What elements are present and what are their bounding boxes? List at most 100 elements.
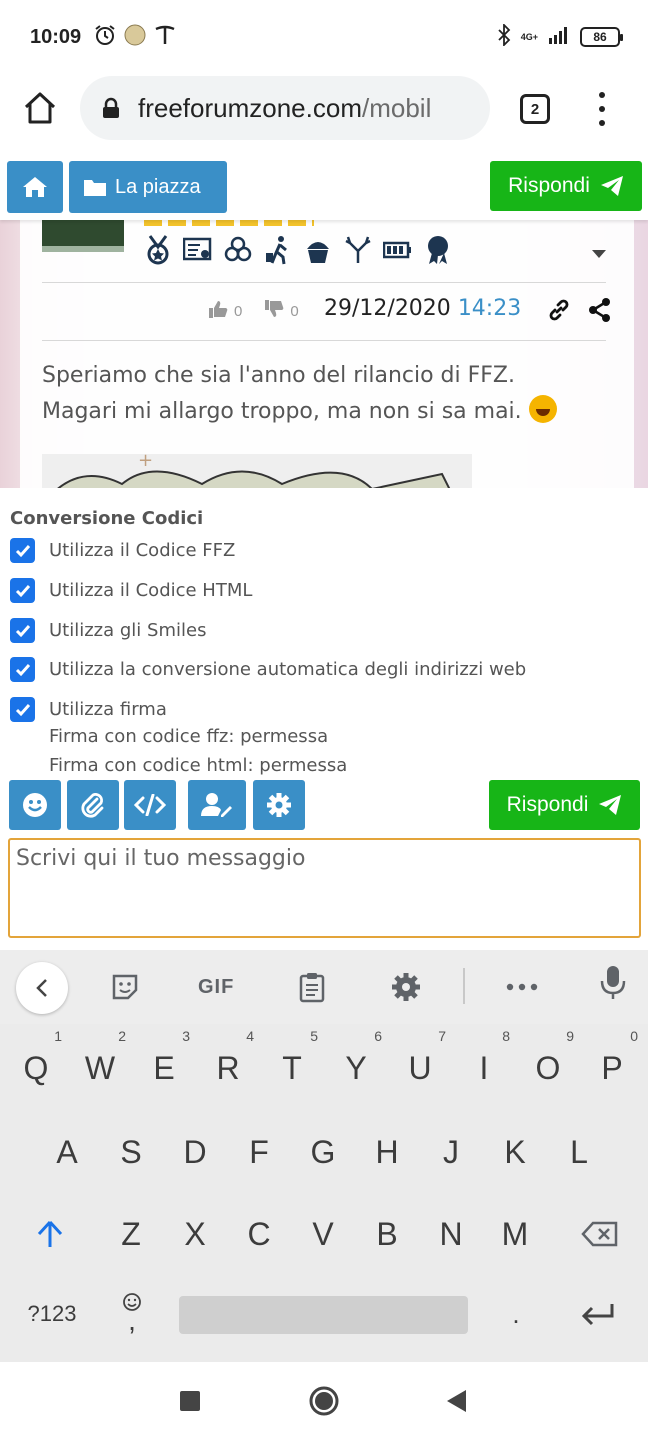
back-nav-button[interactable] [446,1389,468,1417]
option-autolink[interactable]: Utilizza la conversione automatica degli… [10,657,526,682]
key-q[interactable]: Q1 [8,1028,64,1102]
post-datetime: 29/12/2020 14:23 [324,296,521,321]
checkbox-autolink[interactable] [10,657,35,682]
key-u[interactable]: U7 [392,1028,448,1102]
home-nav-button[interactable] [308,1385,340,1421]
keyboard-collapse-button[interactable] [16,962,68,1014]
key-i[interactable]: I8 [456,1028,512,1102]
key-g[interactable]: G [295,1118,351,1186]
code-button[interactable] [124,780,176,830]
space-bar[interactable] [179,1296,468,1334]
key-z[interactable]: Z [103,1200,159,1268]
forum-page: La piazza Rispondi 0 0 29/12/2020 14:23 … [0,154,648,488]
key-hint: 6 [374,1028,382,1044]
browser-home-button[interactable] [22,90,58,126]
key-s[interactable]: S [103,1118,159,1186]
option-html-code[interactable]: Utilizza il Codice HTML [10,578,252,603]
cupcake-badge-icon[interactable] [302,234,334,266]
key-m[interactable]: M [487,1200,543,1268]
key-j[interactable]: J [423,1118,479,1186]
key-f[interactable]: F [231,1118,287,1186]
option-ffz-code[interactable]: Utilizza il Codice FFZ [10,538,235,563]
keyboard-toolbar: GIF [0,950,648,1024]
checkbox-signature[interactable] [10,697,35,722]
forum-topnav: La piazza Rispondi [0,154,648,220]
attach-button[interactable] [67,780,119,830]
option-signature[interactable]: Utilizza firma [10,697,167,722]
tab-switcher-button[interactable]: 2 [520,94,550,124]
key-a[interactable]: A [39,1118,95,1186]
share-icon[interactable] [589,298,611,326]
key-hint: 8 [502,1028,510,1044]
post-votes: 0 0 [208,300,299,322]
badges-expand-caret[interactable] [592,250,606,258]
key-hint: 2 [118,1028,126,1044]
key-d[interactable]: D [167,1118,223,1186]
traveler-badge-icon[interactable] [262,234,294,266]
key-k[interactable]: K [487,1118,543,1186]
smiley-button[interactable] [9,780,61,830]
battery-badge-icon[interactable] [382,234,414,266]
check-icon [15,584,30,597]
checkbox-html-code[interactable] [10,578,35,603]
sticker-button[interactable] [110,970,140,1004]
key-e[interactable]: E3 [136,1028,192,1102]
keyboard-settings-button[interactable] [390,970,422,1004]
bottom-reply-label: Rispondi [506,793,589,816]
symbols-key[interactable]: ?123 [18,1280,86,1348]
key-r[interactable]: R4 [200,1028,256,1102]
key-c[interactable]: C [231,1200,287,1268]
clipboard-button[interactable] [298,970,326,1004]
key-v[interactable]: V [295,1200,351,1268]
voice-input-button[interactable] [600,966,626,1000]
top-reply-button[interactable]: Rispondi [490,161,642,211]
post-time[interactable]: 14:23 [458,296,521,321]
checkbox-ffz-code[interactable] [10,538,35,563]
triskelion-badge-icon[interactable] [222,234,254,266]
lock-icon [103,97,119,118]
antlers-badge-icon[interactable] [342,234,374,266]
key-b[interactable]: B [359,1200,415,1268]
period-key[interactable]: . [488,1280,544,1348]
thumbs-up-icon[interactable] [208,300,228,322]
settings-button[interactable] [253,780,305,830]
forum-section-label: La piazza [115,175,201,198]
medal-badge-icon[interactable] [142,234,174,266]
emoji-icon [123,1293,141,1311]
key-o[interactable]: O9 [520,1028,576,1102]
browser-toolbar: freeforumzone.com/mobil 2 [0,76,648,154]
user-tag-button[interactable] [188,780,246,830]
gif-button[interactable]: GIF [198,970,234,1004]
key-l[interactable]: L [551,1118,607,1186]
rosette-badge-icon[interactable] [422,234,454,266]
shift-key[interactable] [22,1200,78,1268]
option-smiles[interactable]: Utilizza gli Smiles [10,618,206,643]
enter-key[interactable] [568,1280,628,1348]
recents-button[interactable] [179,1390,201,1416]
forum-section-button[interactable]: La piazza [69,161,227,213]
more-button[interactable] [506,970,538,1004]
chevron-left-icon [36,979,47,997]
message-input[interactable]: Scrivi qui il tuo messaggio [8,838,641,938]
address-bar[interactable]: freeforumzone.com/mobil [80,76,490,140]
key-t[interactable]: T5 [264,1028,320,1102]
certificate-badge-icon[interactable] [182,234,214,266]
forum-home-button[interactable] [7,161,63,213]
alarm-icon [94,24,116,50]
comma-key[interactable]: , [104,1280,160,1348]
key-p[interactable]: P0 [584,1028,640,1102]
key-hint: 0 [630,1028,638,1044]
options-title: Conversione Codici [10,508,204,529]
key-w[interactable]: W2 [72,1028,128,1102]
key-x[interactable]: X [167,1200,223,1268]
thumbs-down-icon[interactable] [264,300,284,322]
key-h[interactable]: H [359,1118,415,1186]
browser-menu-button[interactable] [590,92,614,126]
key-n[interactable]: N [423,1200,479,1268]
bottom-reply-button[interactable]: Rispondi [489,780,640,830]
link-icon[interactable] [547,298,571,326]
checkbox-smiles[interactable] [10,618,35,643]
backspace-key[interactable] [570,1200,630,1268]
composer-toolbar: Rispondi [0,780,648,836]
key-y[interactable]: Y6 [328,1028,384,1102]
